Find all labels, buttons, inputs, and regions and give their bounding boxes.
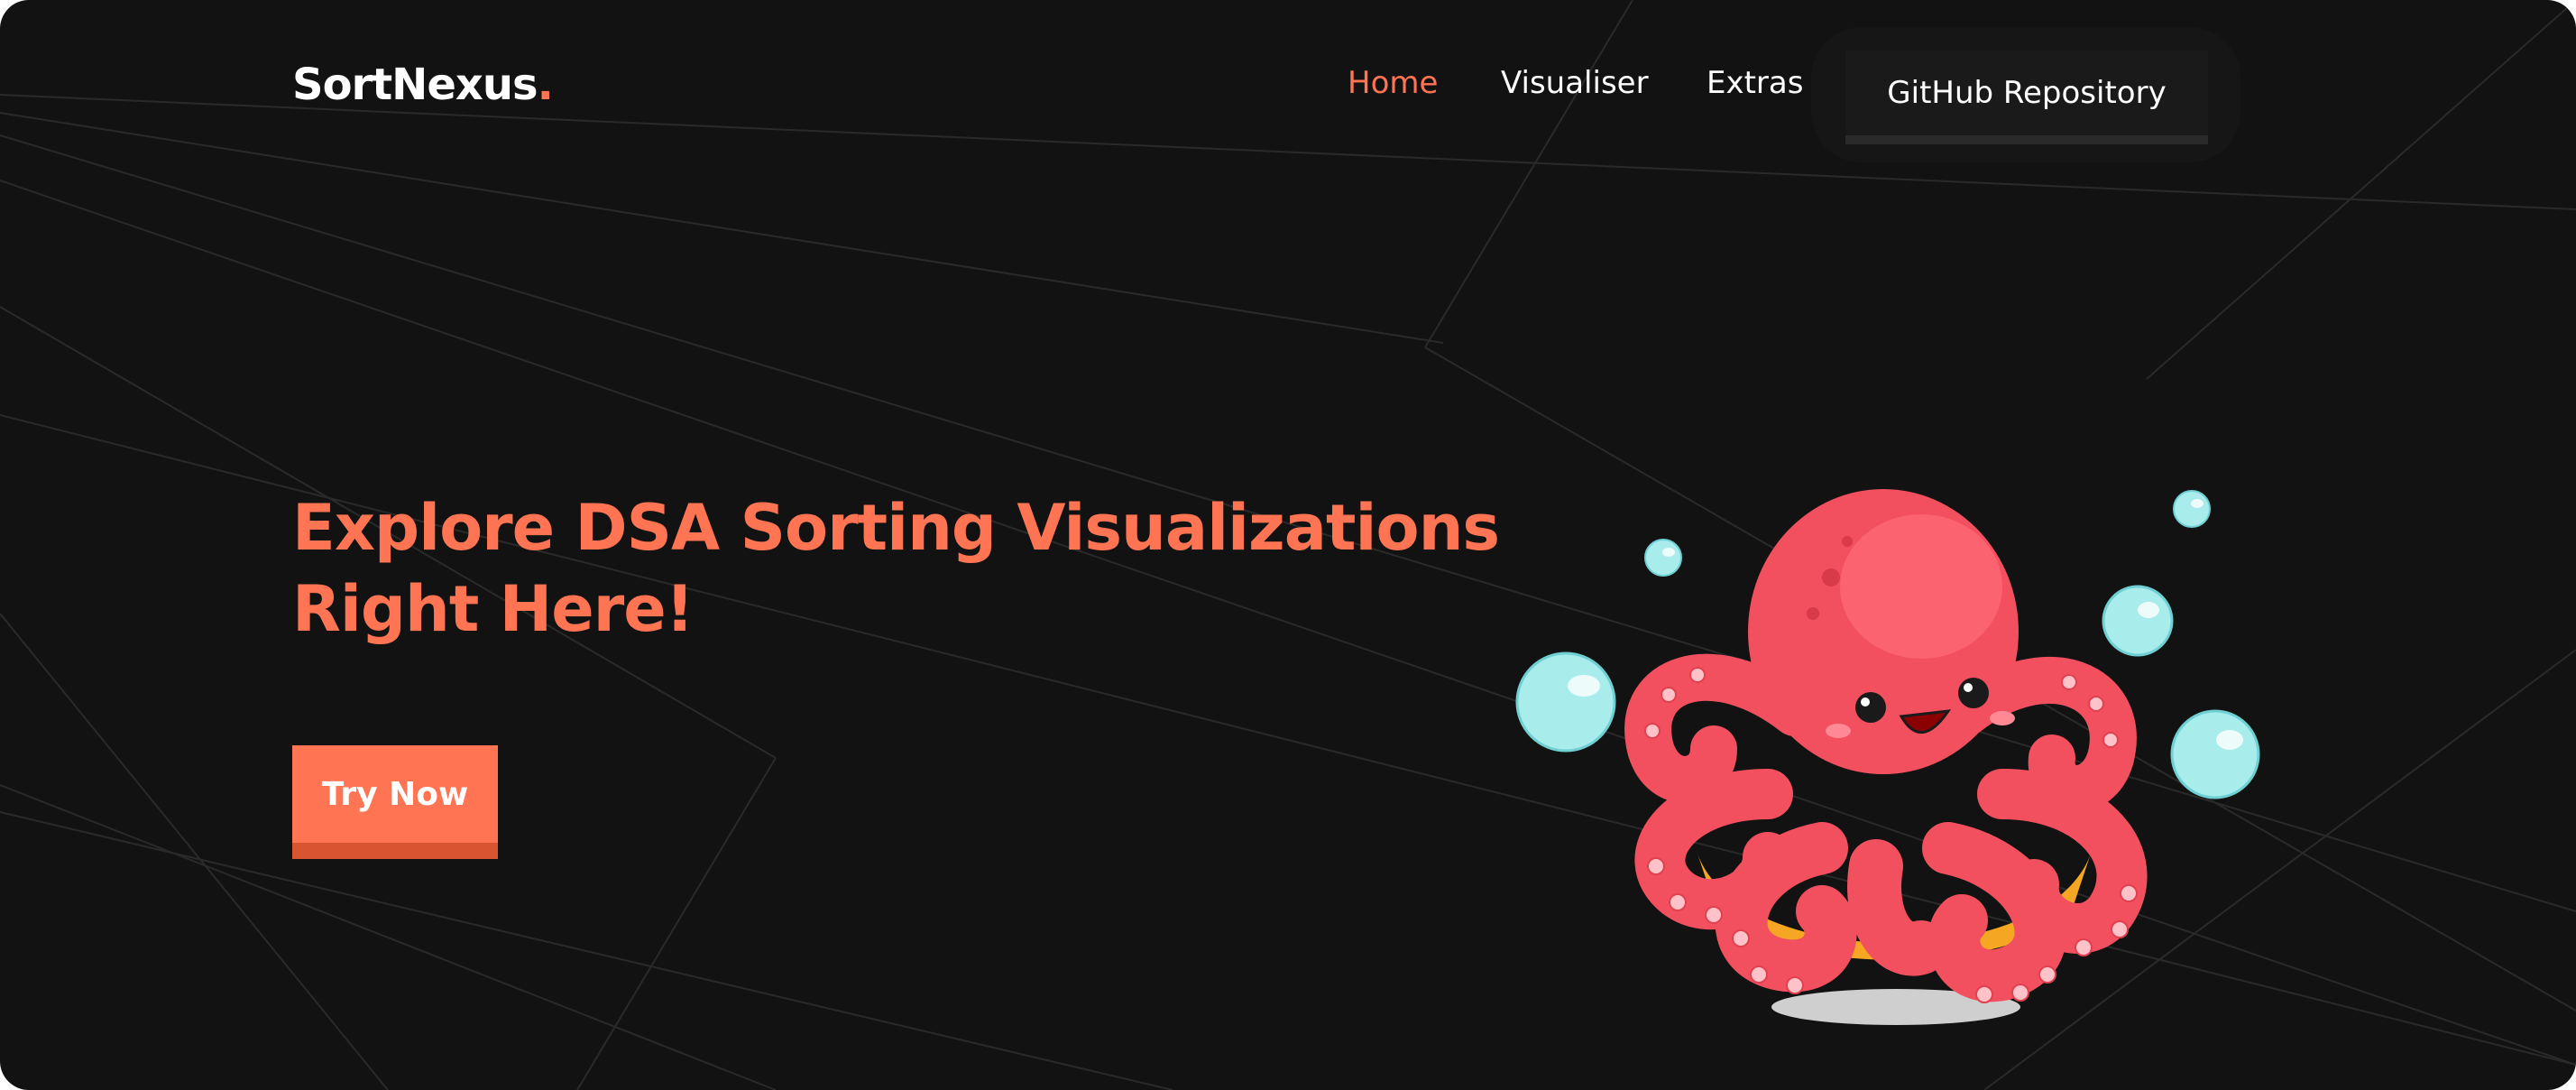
bubble-icon <box>1644 539 1682 577</box>
github-repository-button[interactable]: GitHub Repository <box>1845 51 2208 144</box>
landing-page: SortNexus. Home Visualiser Extras GitHub… <box>0 0 2576 1090</box>
nav-link-visualiser[interactable]: Visualiser <box>1501 65 1649 101</box>
try-now-button[interactable]: Try Now <box>292 745 498 859</box>
octopus-illustration <box>1515 489 2260 1025</box>
bubble-icon <box>2102 585 2174 657</box>
hero-title: Explore DSA Sorting Visualizations Right… <box>292 487 1555 650</box>
brand-name: SortNexus <box>292 60 538 110</box>
bubble-icon <box>1515 651 1616 753</box>
nav-link-extras[interactable]: Extras <box>1707 65 1803 101</box>
brand-logo[interactable]: SortNexus. <box>292 60 554 110</box>
bubble-icon <box>2173 490 2211 528</box>
hero-title-line-1: Explore DSA Sorting Visualizations <box>292 491 1500 565</box>
brand-dot: . <box>537 60 554 110</box>
nav-link-home[interactable]: Home <box>1348 65 1438 101</box>
hero-title-line-2: Right Here! <box>292 572 695 646</box>
bubble-icon <box>2170 709 2260 799</box>
